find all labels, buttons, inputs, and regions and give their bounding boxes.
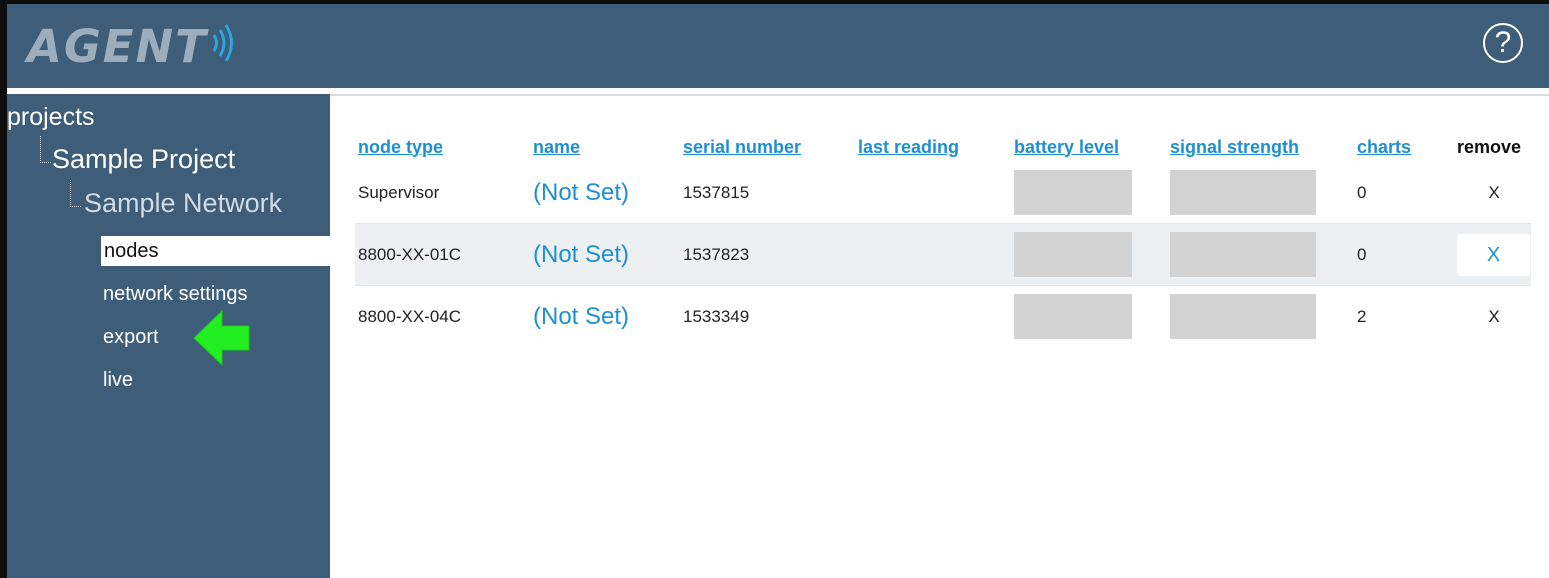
column-header-name[interactable]: name bbox=[530, 132, 680, 162]
cell-serial-number: 1533349 bbox=[683, 306, 750, 326]
battery-level-indicator bbox=[1014, 232, 1132, 277]
cell-node-type: Supervisor bbox=[358, 182, 440, 202]
app-logo: AGENT bbox=[27, 16, 236, 76]
column-header-battery-level[interactable]: battery level bbox=[1011, 132, 1167, 162]
cell-charts: 0 bbox=[1357, 182, 1367, 202]
tree-connector bbox=[70, 180, 81, 207]
help-icon[interactable]: ? bbox=[1483, 23, 1523, 63]
tree-connector bbox=[40, 136, 51, 163]
main-content: node type name serial number last readin… bbox=[330, 88, 1549, 578]
cell-node-type: 8800-XX-01C bbox=[358, 244, 462, 264]
remove-button[interactable]: X bbox=[1454, 286, 1531, 348]
cell-last-reading bbox=[855, 162, 1011, 224]
sidebar: projects Sample Project Sample Network n… bbox=[7, 94, 330, 578]
cell-charts: 0 bbox=[1357, 244, 1367, 264]
table-row: Supervisor (Not Set) 1537815 0 X bbox=[355, 162, 1531, 224]
signal-strength-indicator bbox=[1170, 170, 1316, 215]
divider bbox=[330, 94, 1549, 96]
cell-serial-number: 1537815 bbox=[683, 182, 750, 202]
column-header-signal-strength[interactable]: signal strength bbox=[1167, 132, 1354, 162]
nodes-table: node type name serial number last readin… bbox=[355, 132, 1531, 347]
sidebar-item-export[interactable]: export bbox=[103, 326, 159, 349]
cell-charts: 2 bbox=[1357, 306, 1367, 326]
sidebar-item-nodes[interactable]: nodes bbox=[101, 236, 330, 266]
cell-last-reading bbox=[855, 224, 1011, 286]
window-frame-left bbox=[0, 0, 7, 578]
tree-root-projects[interactable]: projects bbox=[7, 103, 95, 132]
battery-level-indicator bbox=[1014, 170, 1132, 215]
column-header-serial-number[interactable]: serial number bbox=[680, 132, 855, 162]
column-header-last-reading[interactable]: last reading bbox=[855, 132, 1011, 162]
sidebar-item-live[interactable]: live bbox=[103, 369, 133, 392]
cell-last-reading bbox=[855, 286, 1011, 348]
remove-button[interactable]: X bbox=[1454, 162, 1531, 224]
name-link[interactable]: (Not Set) bbox=[533, 303, 629, 330]
table-header-row: node type name serial number last readin… bbox=[355, 132, 1531, 162]
sidebar-item-network-settings[interactable]: network settings bbox=[103, 283, 248, 306]
logo-text: AGENT bbox=[27, 19, 208, 73]
column-header-charts[interactable]: charts bbox=[1354, 132, 1454, 162]
signal-waves-icon bbox=[212, 24, 233, 62]
cell-serial-number: 1537823 bbox=[683, 244, 750, 264]
table-row: 8800-XX-04C (Not Set) 1533349 2 X bbox=[355, 286, 1531, 348]
cell-node-type: 8800-XX-04C bbox=[358, 306, 462, 326]
column-header-remove: remove bbox=[1457, 136, 1522, 157]
green-arrow-icon bbox=[193, 309, 250, 367]
remove-button[interactable]: X bbox=[1457, 233, 1530, 276]
tree-item-project[interactable]: Sample Project bbox=[52, 144, 235, 175]
tree-item-network[interactable]: Sample Network bbox=[84, 188, 282, 219]
column-header-node-type[interactable]: node type bbox=[355, 132, 530, 162]
signal-strength-indicator bbox=[1170, 294, 1316, 339]
battery-level-indicator bbox=[1014, 294, 1132, 339]
signal-strength-indicator bbox=[1170, 232, 1316, 277]
name-link[interactable]: (Not Set) bbox=[533, 241, 629, 268]
table-row: 8800-XX-01C (Not Set) 1537823 0 X bbox=[355, 223, 1531, 286]
name-link[interactable]: (Not Set) bbox=[533, 179, 629, 206]
app-header: AGENT ? bbox=[7, 4, 1549, 88]
